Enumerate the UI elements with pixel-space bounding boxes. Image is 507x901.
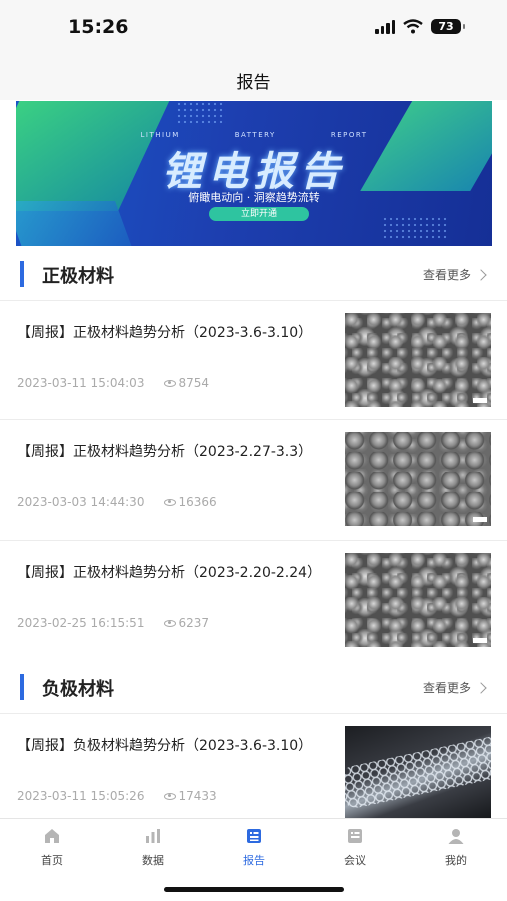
report-thumbnail (345, 432, 491, 526)
view-count: 16366 (164, 495, 217, 509)
tab-report[interactable]: 报告 (214, 827, 294, 868)
view-count: 6237 (164, 616, 209, 630)
tab-label: 报告 (243, 854, 265, 867)
list-item[interactable]: 【周报】正极材料趋势分析（2023-3.6-3.10） 2023-03-11 1… (0, 300, 507, 419)
cellular-signal-icon (375, 19, 395, 34)
section-accent-bar (20, 674, 24, 700)
report-thumbnail (345, 313, 491, 407)
report-date: 2023-03-11 15:04:03 (17, 376, 145, 390)
section-header-cathode: 正极材料 查看更多 (0, 247, 507, 299)
report-thumbnail (345, 553, 491, 647)
report-thumbnail (345, 726, 491, 820)
report-title: 【周报】负极材料趋势分析（2023-3.6-3.10） (17, 738, 313, 754)
report-date: 2023-02-25 16:15:51 (17, 616, 145, 630)
chart-icon (146, 829, 160, 843)
eye-icon (164, 619, 177, 627)
home-icon (45, 829, 59, 843)
report-date: 2023-03-11 15:05:26 (17, 789, 145, 803)
scale-bar (473, 398, 487, 403)
banner-subtitle: LITHIUM BATTERY REPORT (140, 131, 368, 139)
tab-data[interactable]: 数据 (113, 827, 193, 868)
scale-bar (473, 517, 487, 522)
list-item[interactable]: 【周报】正极材料趋势分析（2023-2.27-3.3） 2023-03-03 1… (0, 419, 507, 538)
tab-meeting[interactable]: 会议 (315, 827, 395, 868)
view-count: 8754 (164, 376, 209, 390)
page-title: 报告 (236, 73, 271, 93)
report-meta: 2023-03-11 15:04:03 8754 (17, 376, 209, 390)
view-count: 17433 (164, 789, 217, 803)
report-title: 【周报】正极材料趋势分析（2023-2.20-2.24） (17, 565, 322, 581)
section-title: 正极材料 (42, 266, 114, 287)
view-more-link[interactable]: 查看更多 (423, 266, 487, 283)
tab-label: 首页 (41, 854, 63, 867)
eye-icon (164, 379, 177, 387)
status-time: 15:26 (68, 16, 129, 38)
section-title: 负极材料 (42, 679, 114, 700)
report-date: 2023-03-03 14:44:30 (17, 495, 145, 509)
report-title: 【周报】正极材料趋势分析（2023-3.6-3.10） (17, 325, 313, 341)
chevron-right-icon (475, 681, 487, 694)
eye-icon (164, 498, 177, 506)
report-meta: 2023-03-03 14:44:30 16366 (17, 495, 217, 509)
user-icon (448, 829, 464, 844)
tab-mine[interactable]: 我的 (416, 827, 496, 868)
report-icon (247, 829, 261, 843)
section-accent-bar (20, 261, 24, 287)
list-item[interactable]: 【周报】负极材料趋势分析（2023-3.6-3.10） 2023-03-11 1… (0, 713, 507, 832)
promo-banner[interactable]: LITHIUM BATTERY REPORT 锂电报告 俯瞰电动向 · 洞察趋势… (16, 101, 492, 246)
battery-icon: 73 (431, 19, 465, 34)
report-meta: 2023-02-25 16:15:51 6237 (17, 616, 209, 630)
tab-home[interactable]: 首页 (12, 827, 92, 868)
nanotube-graphic (345, 732, 491, 812)
banner-dots (176, 101, 226, 123)
report-meta: 2023-03-11 15:05:26 17433 (17, 789, 217, 803)
view-more-link[interactable]: 查看更多 (423, 679, 487, 696)
tab-label: 会议 (344, 854, 366, 867)
report-title: 【周报】正极材料趋势分析（2023-2.27-3.3） (17, 444, 313, 460)
meeting-icon (348, 829, 362, 843)
tab-label: 数据 (142, 854, 164, 867)
banner-tagline: 俯瞰电动向 · 洞察趋势流转 (188, 191, 320, 204)
list-item[interactable]: 【周报】正极材料趋势分析（2023-2.20-2.24） 2023-02-25 … (0, 540, 507, 659)
chevron-right-icon (475, 268, 487, 281)
home-indicator (164, 887, 344, 892)
status-icons: 73 (375, 19, 465, 34)
eye-icon (164, 792, 177, 800)
tab-label: 我的 (445, 854, 467, 867)
banner-dots (382, 216, 447, 241)
nav-bar: 报告 (0, 56, 507, 100)
wifi-icon (403, 19, 423, 34)
subscribe-button[interactable]: 立即开通 (209, 207, 309, 221)
section-header-anode: 负极材料 查看更多 (0, 660, 507, 712)
scale-bar (473, 638, 487, 643)
status-bar: 15:26 73 (0, 0, 507, 56)
